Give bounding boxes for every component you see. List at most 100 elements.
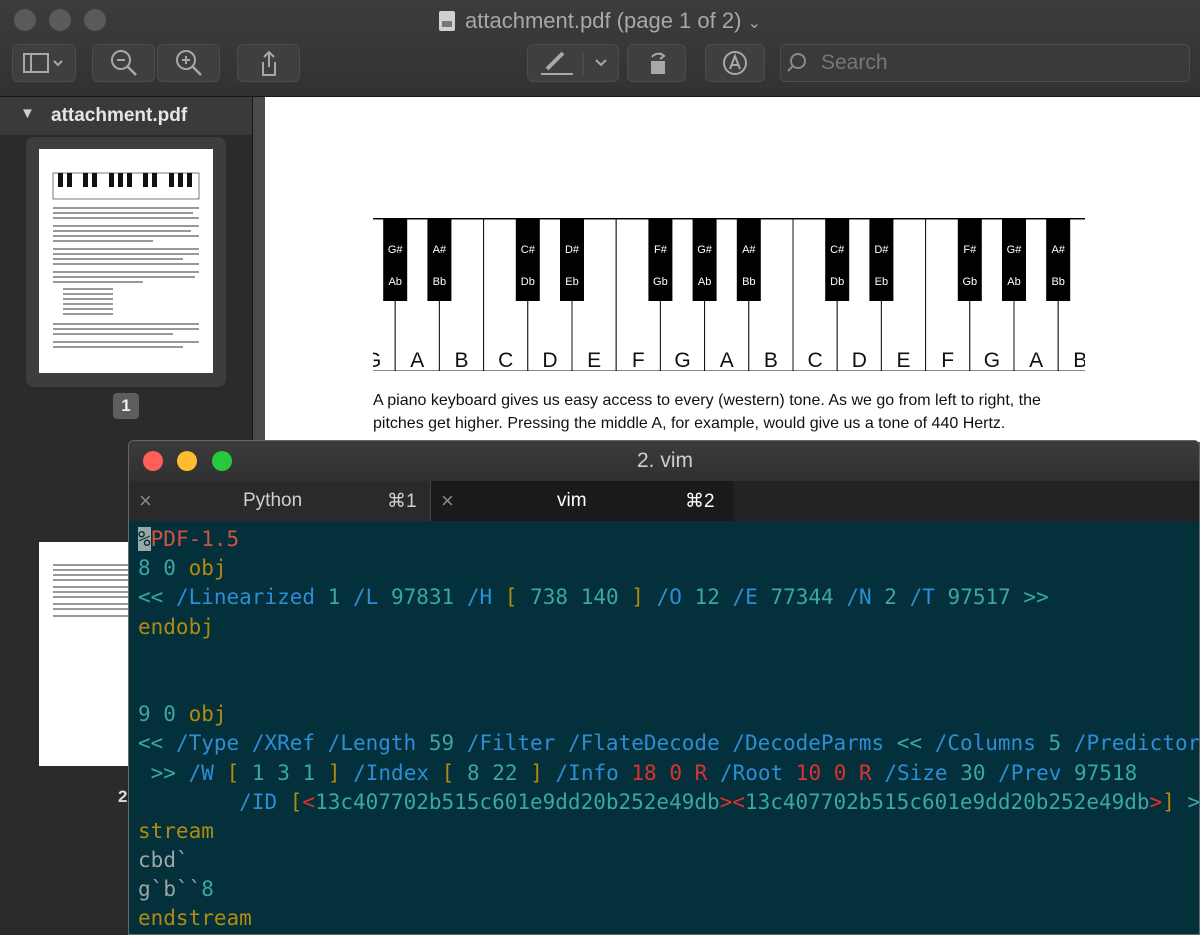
black-key-sharp-label: F# bbox=[654, 244, 668, 256]
sidebar-filename: attachment.pdf bbox=[51, 105, 188, 126]
piano-keyboard-figure: G A B C D E F G A B C D E F G A B G# Ab A# Bb C# Db D# Eb F# Gb G# A… bbox=[350, 218, 1103, 372]
white-key-label: E bbox=[896, 349, 910, 371]
close-tab-python-icon[interactable]: × bbox=[139, 488, 152, 514]
code-line: stream bbox=[138, 818, 214, 843]
black-key bbox=[957, 219, 982, 301]
black-key-sharp-label: F# bbox=[963, 244, 977, 256]
code-line: /ID [<13c407702b515c601e9dd20b252e49db><… bbox=[239, 789, 1200, 814]
black-key-flat-label: Gb bbox=[653, 276, 668, 288]
sidebar-header[interactable]: ▼ attachment.pdf bbox=[0, 97, 252, 135]
zoom-in-button[interactable] bbox=[157, 44, 220, 82]
code-line: 9 0 obj bbox=[138, 702, 227, 727]
caption-line-2: pitches get higher. Pressing the middle … bbox=[373, 415, 1006, 432]
black-key-flat-label: Eb bbox=[875, 276, 888, 288]
window-title-text: attachment.pdf (page 1 of 2) bbox=[465, 8, 742, 33]
tab-python[interactable]: × Python ⌘1 bbox=[129, 481, 431, 521]
share-icon bbox=[261, 50, 276, 76]
terminal-titlebar: 2. vim bbox=[129, 441, 1199, 481]
terminal-window: 2. vim × Python ⌘1 × vim ⌘2 %PDF-1.5 8 0 … bbox=[128, 440, 1200, 935]
tab-python-shortcut: ⌘1 bbox=[387, 491, 417, 512]
annotate-button[interactable] bbox=[705, 44, 765, 82]
terminal-title: 2. vim bbox=[636, 449, 693, 472]
black-key-sharp-label: D# bbox=[874, 244, 889, 256]
black-key-flat-label: Bb bbox=[433, 276, 446, 288]
vim-buffer[interactable]: %PDF-1.5 8 0 obj << /Linearized 1 /L 97831… bbox=[138, 525, 1200, 934]
search-input[interactable]: Search bbox=[780, 44, 1190, 82]
code-line: endstream bbox=[138, 906, 252, 931]
terminal-close-button[interactable] bbox=[143, 451, 163, 471]
pdf-caption: A piano keyboard gives us easy access to… bbox=[373, 389, 1093, 435]
code-line: << /Type /XRef /Length 59 /Filter /Flate… bbox=[138, 731, 1200, 756]
black-key-sharp-label: A# bbox=[742, 244, 756, 256]
black-key bbox=[1002, 219, 1026, 301]
black-key bbox=[515, 219, 540, 301]
zoom-out-icon bbox=[110, 50, 137, 76]
tab-vim-shortcut: ⌘2 bbox=[685, 491, 715, 512]
white-key-label: F bbox=[941, 349, 954, 371]
zoom-out-button[interactable] bbox=[92, 44, 155, 82]
search-placeholder: Search bbox=[821, 51, 888, 74]
close-tab-vim-icon[interactable]: × bbox=[441, 488, 454, 514]
tab-vim-label: vim bbox=[557, 490, 587, 511]
white-key-label: F bbox=[632, 349, 645, 371]
black-key-flat-label: Ab bbox=[388, 276, 401, 288]
share-button[interactable] bbox=[237, 44, 300, 82]
caption-line-1: A piano keyboard gives us easy access to… bbox=[373, 392, 1041, 409]
terminal-tabbar: × Python ⌘1 × vim ⌘2 bbox=[129, 481, 1199, 521]
code-line: cbd` bbox=[138, 848, 189, 873]
black-key-flat-label: Ab bbox=[1007, 276, 1020, 288]
black-key-flat-label: Db bbox=[521, 276, 535, 288]
terminal-zoom-button[interactable] bbox=[212, 451, 232, 471]
black-key-sharp-label: G# bbox=[1007, 244, 1023, 256]
piano-keyboard-svg: G A B C D E F G A B C D E F G A B G# Ab A# Bb C# Db D# Eb F# Gb G# A… bbox=[350, 218, 1103, 372]
white-key-label: B bbox=[454, 349, 468, 371]
white-key-label: A bbox=[410, 349, 424, 371]
black-key bbox=[648, 219, 673, 301]
page-thumbnail-1[interactable] bbox=[39, 149, 213, 373]
black-key-sharp-label: C# bbox=[830, 244, 845, 256]
code-line: >> /W [ 1 3 1 ] /Index [ 8 22 ] /Info 18… bbox=[150, 760, 1138, 785]
black-key bbox=[1046, 219, 1071, 301]
white-key-label: A bbox=[1029, 349, 1043, 371]
white-key-label: G bbox=[984, 349, 1000, 371]
code-line: %PDF-1.5 bbox=[138, 527, 240, 551]
white-key-label: G bbox=[674, 349, 690, 371]
black-key-flat-label: Bb bbox=[1051, 276, 1064, 288]
sidebar-toggle-button[interactable] bbox=[12, 44, 76, 82]
white-key-label: B bbox=[764, 349, 778, 371]
sidebar-toggle-icon bbox=[23, 53, 63, 73]
search-icon bbox=[787, 53, 806, 72]
rotate-button[interactable] bbox=[627, 44, 686, 82]
preview-toolbar: attachment.pdf (page 1 of 2) ⌄ Search bbox=[0, 0, 1200, 97]
page-number-2: 2 bbox=[118, 787, 128, 806]
window-title: attachment.pdf (page 1 of 2) ⌄ bbox=[0, 8, 1200, 34]
black-key-flat-label: Ab bbox=[698, 276, 711, 288]
white-key-label: G bbox=[373, 349, 381, 371]
rotate-icon bbox=[650, 52, 666, 74]
code-line: endobj bbox=[138, 614, 214, 639]
zoom-in-icon bbox=[175, 50, 202, 76]
black-key-sharp-label: A# bbox=[1051, 244, 1065, 256]
black-key bbox=[427, 219, 452, 301]
black-key bbox=[383, 219, 408, 301]
black-key-flat-label: Gb bbox=[962, 276, 977, 288]
tab-vim[interactable]: × vim ⌘2 bbox=[431, 481, 733, 521]
black-key bbox=[869, 219, 894, 301]
black-key-sharp-label: C# bbox=[521, 244, 536, 256]
black-key bbox=[736, 219, 761, 301]
annotate-icon bbox=[723, 51, 747, 75]
white-key-label: E bbox=[587, 349, 601, 371]
terminal-minimize-button[interactable] bbox=[177, 451, 197, 471]
code-line: g`b``8 bbox=[138, 877, 214, 902]
black-key-flat-label: Eb bbox=[565, 276, 578, 288]
white-key-label: D bbox=[852, 349, 867, 371]
page-number-1: 1 bbox=[113, 393, 139, 419]
title-chevron-icon[interactable]: ⌄ bbox=[748, 15, 761, 32]
white-key-label: A bbox=[720, 349, 734, 371]
thumbnail-1-preview bbox=[52, 172, 200, 348]
markup-button[interactable] bbox=[527, 44, 619, 82]
disclosure-triangle-icon[interactable]: ▼ bbox=[20, 105, 35, 122]
black-key-flat-label: Db bbox=[830, 276, 844, 288]
black-key-sharp-label: G# bbox=[697, 244, 713, 256]
